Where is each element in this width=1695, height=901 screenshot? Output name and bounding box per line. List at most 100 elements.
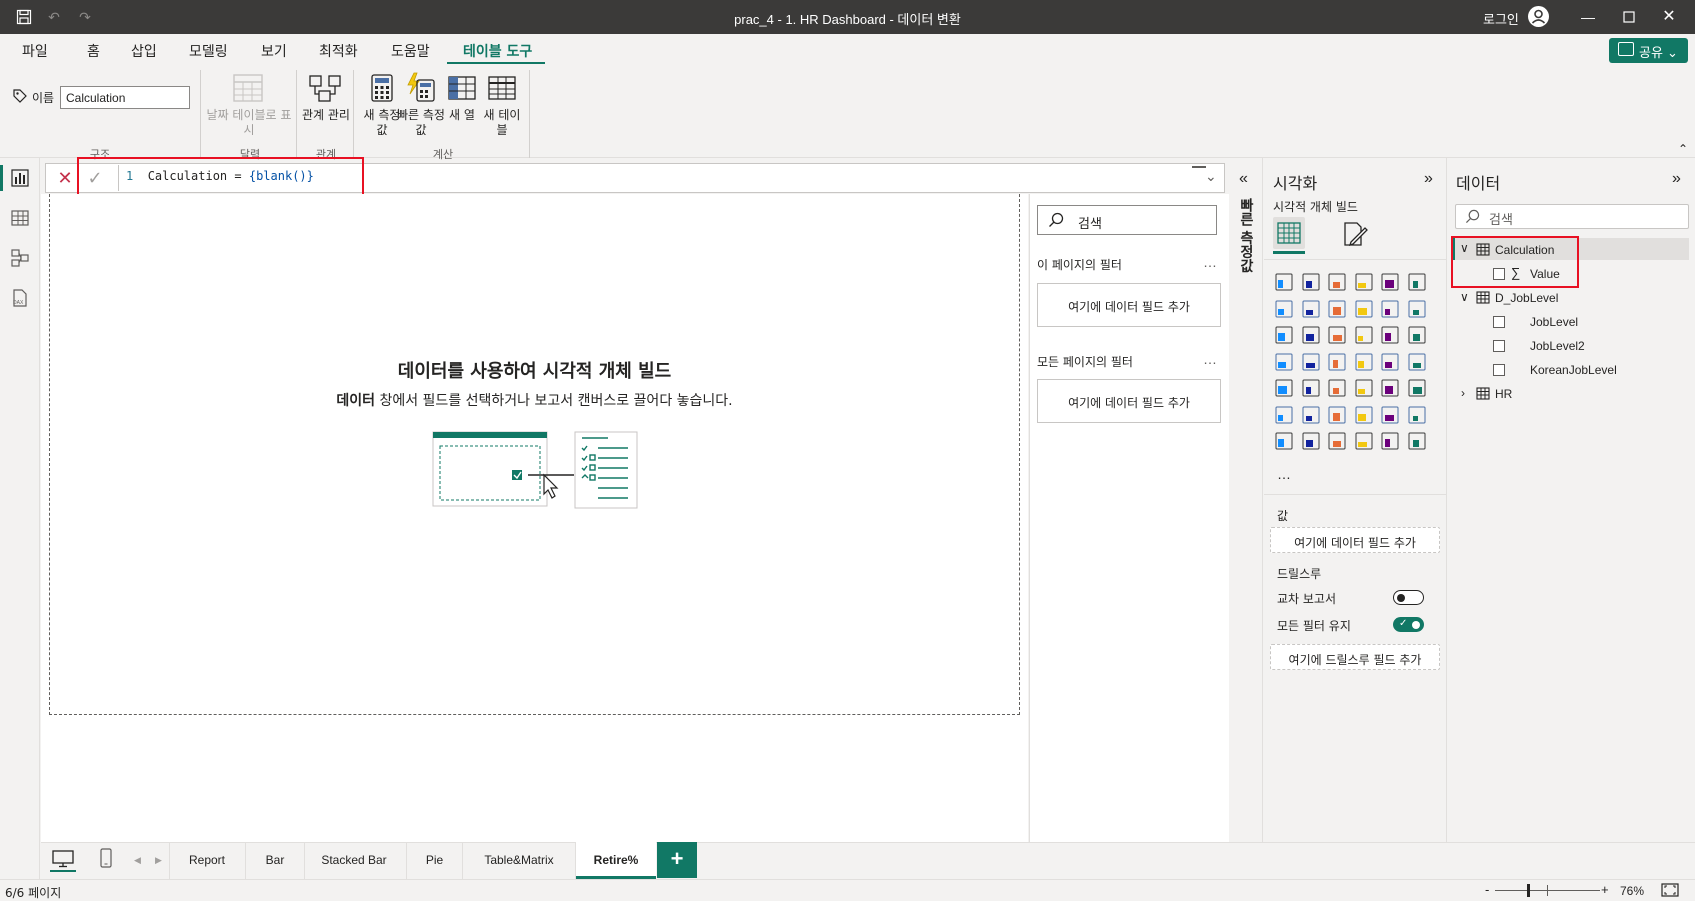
gauge-icon[interactable] <box>1380 352 1400 372</box>
python-visual-icon[interactable] <box>1274 405 1294 425</box>
filter-search-input[interactable]: 검색 <box>1037 205 1217 235</box>
all-filters-more-icon[interactable]: … <box>1203 351 1217 367</box>
data-search-input[interactable]: 검색 <box>1455 204 1689 229</box>
page-filters-drop-well[interactable]: 여기에 데이터 필드 추가 <box>1037 283 1221 327</box>
power-apps-icon[interactable] <box>1301 431 1321 451</box>
tab-help[interactable]: 도움말 <box>391 41 430 61</box>
expand-formula-icon[interactable]: ⌄ <box>1205 168 1217 185</box>
share-button[interactable]: 공유 ⌄ <box>1609 38 1688 63</box>
model-view-icon[interactable] <box>10 248 30 268</box>
all-filters-drop-well[interactable]: 여기에 데이터 필드 추가 <box>1037 379 1221 423</box>
100-stacked-column-icon[interactable] <box>1407 272 1427 292</box>
page-tab[interactable]: Report <box>170 853 244 867</box>
key-influencers-icon[interactable] <box>1301 405 1321 425</box>
tab-view[interactable]: 보기 <box>261 41 287 61</box>
r-visual-icon[interactable] <box>1407 378 1427 398</box>
tab-insert[interactable]: 삽입 <box>131 41 157 61</box>
treemap-icon[interactable] <box>1274 352 1294 372</box>
mark-date-table-button[interactable]: 날짜 테이블로 표시 <box>205 108 293 138</box>
quick-measure-button[interactable]: 빠른 측정값 <box>396 108 446 138</box>
drillthrough-drop-well[interactable]: 여기에 드릴스루 필드 추가 <box>1270 644 1440 670</box>
clustered-bar-icon[interactable] <box>1327 272 1347 292</box>
page-tab[interactable]: Table&Matrix <box>463 853 575 867</box>
chevron-right-icon[interactable]: › <box>1461 386 1465 400</box>
power-automate-icon[interactable] <box>1327 431 1347 451</box>
area-chart-icon[interactable] <box>1301 299 1321 319</box>
next-page-icon[interactable]: ▶ <box>155 855 162 866</box>
new-table-button[interactable]: 새 테이블 <box>480 108 524 138</box>
dax-query-view-icon[interactable]: DAX <box>10 288 30 308</box>
line-chart-icon[interactable] <box>1274 299 1294 319</box>
cross-report-toggle[interactable] <box>1393 590 1424 605</box>
100-stacked-area-icon[interactable] <box>1354 299 1374 319</box>
page-tab[interactable]: Stacked Bar <box>305 853 403 867</box>
new-column-button[interactable]: 새 열 <box>446 108 478 123</box>
matrix-icon[interactable] <box>1380 378 1400 398</box>
pie-chart-icon[interactable] <box>1380 325 1400 345</box>
values-drop-well[interactable]: 여기에 데이터 필드 추가 <box>1270 527 1440 553</box>
tab-file[interactable]: 파일 <box>22 41 48 61</box>
field-checkbox[interactable] <box>1493 316 1505 328</box>
tab-home[interactable]: 홈 <box>87 41 100 61</box>
chevron-down-icon[interactable]: ∨ <box>1460 290 1469 304</box>
stacked-column-icon[interactable] <box>1301 272 1321 292</box>
card-icon[interactable] <box>1407 352 1427 372</box>
button-slicer-icon[interactable] <box>1380 431 1400 451</box>
manage-relationships-button[interactable]: 관계 관리 <box>302 108 350 123</box>
minimize-icon[interactable]: — <box>1578 7 1598 27</box>
100-stacked-bar-icon[interactable] <box>1380 272 1400 292</box>
account-icon[interactable] <box>1528 6 1549 27</box>
zoom-out-button[interactable]: - <box>1485 882 1489 897</box>
desktop-layout-icon[interactable] <box>52 850 74 868</box>
stacked-bar-icon[interactable] <box>1274 272 1294 292</box>
kpi-icon[interactable] <box>1301 378 1321 398</box>
ribbon-chart-icon[interactable] <box>1274 325 1294 345</box>
filled-map-icon[interactable] <box>1327 352 1347 372</box>
page-filters-more-icon[interactable]: … <box>1203 254 1217 270</box>
build-visual-tab[interactable] <box>1273 217 1305 249</box>
card-new-icon[interactable] <box>1354 431 1374 451</box>
page-tab[interactable]: Bar <box>246 853 304 867</box>
line-clustered-column-icon[interactable] <box>1407 299 1427 319</box>
format-visual-icon[interactable] <box>1340 220 1368 248</box>
azure-map-icon[interactable] <box>1354 352 1374 372</box>
qa-icon[interactable] <box>1354 405 1374 425</box>
smart-narrative-icon[interactable] <box>1380 405 1400 425</box>
report-view-icon[interactable] <box>10 168 30 188</box>
table-view-icon[interactable] <box>10 208 30 228</box>
scatter-chart-icon[interactable] <box>1354 325 1374 345</box>
text-filter-icon[interactable] <box>1407 431 1427 451</box>
decomposition-tree-icon[interactable] <box>1327 405 1347 425</box>
field-checkbox[interactable] <box>1493 340 1505 352</box>
zoom-level[interactable]: 76% <box>1620 884 1644 898</box>
fit-to-page-icon[interactable] <box>1661 883 1679 897</box>
funnel-chart-icon[interactable] <box>1327 325 1347 345</box>
waterfall-chart-icon[interactable] <box>1301 325 1321 345</box>
slicer-icon[interactable] <box>1327 378 1347 398</box>
cancel-formula-icon[interactable]: ✕ <box>55 168 75 188</box>
signin-link[interactable]: 로그인 <box>1483 9 1519 28</box>
expand-pane-icon[interactable]: « <box>1239 170 1248 188</box>
mobile-layout-icon[interactable] <box>100 848 112 868</box>
collapse-ribbon-icon[interactable]: ⌃ <box>1678 142 1688 156</box>
close-icon[interactable]: ✕ <box>1659 7 1679 27</box>
metrics-icon[interactable] <box>1407 405 1427 425</box>
tab-modeling[interactable]: 모델링 <box>189 41 228 61</box>
table-name-input[interactable] <box>60 86 190 109</box>
more-visuals-icon[interactable]: … <box>1277 466 1291 482</box>
line-column-icon[interactable] <box>1380 299 1400 319</box>
page-tab-active[interactable]: Retire% <box>576 853 656 867</box>
maximize-icon[interactable] <box>1619 7 1639 27</box>
stacked-area-icon[interactable] <box>1327 299 1347 319</box>
clustered-column-icon[interactable] <box>1354 272 1374 292</box>
add-page-button[interactable]: + <box>657 842 697 878</box>
map-icon[interactable] <box>1301 352 1321 372</box>
tab-optimize[interactable]: 최적화 <box>319 41 358 61</box>
prev-page-icon[interactable]: ◀ <box>134 855 141 866</box>
collapse-viz-icon[interactable]: » <box>1424 170 1433 188</box>
zoom-slider-thumb[interactable] <box>1527 884 1530 897</box>
multi-row-card-icon[interactable] <box>1274 378 1294 398</box>
field-checkbox[interactable] <box>1493 364 1505 376</box>
keep-filters-toggle[interactable]: ✓ <box>1393 617 1424 632</box>
page-tab[interactable]: Pie <box>407 853 462 867</box>
